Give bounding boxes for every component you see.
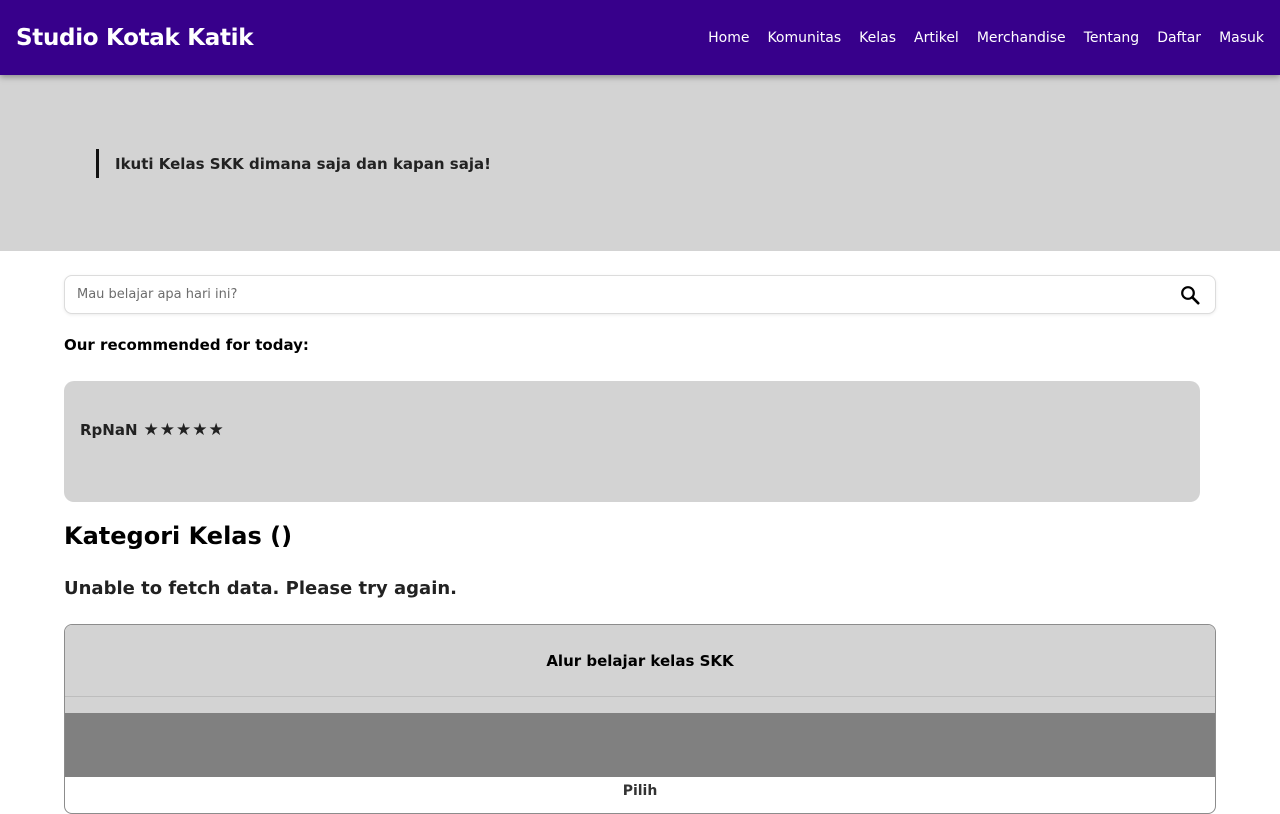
- fetch-error-message: Unable to fetch data. Please try again.: [64, 578, 458, 599]
- nav-link-komunitas[interactable]: Komunitas: [767, 30, 841, 46]
- nav-link-daftar[interactable]: Daftar: [1157, 30, 1201, 46]
- learning-flow-card: Alur belajar kelas SKK Pilih: [64, 624, 1216, 814]
- search-bar: [64, 275, 1216, 314]
- learning-flow-title: Alur belajar kelas SKK: [65, 625, 1215, 697]
- class-price: RpNaN: [80, 421, 138, 439]
- nav-link-masuk[interactable]: Masuk: [1219, 30, 1264, 46]
- recommended-heading: Our recommended for today:: [64, 336, 309, 354]
- learning-flow-spacer: [65, 697, 1215, 713]
- star-icon: ★: [208, 419, 224, 440]
- star-icon: ★: [143, 419, 159, 440]
- rating-stars: ★ ★ ★ ★ ★: [143, 419, 225, 440]
- nav-link-tentang[interactable]: Tentang: [1084, 30, 1140, 46]
- recommended-class-card[interactable]: RpNaN ★ ★ ★ ★ ★: [64, 381, 1200, 502]
- star-icon: ★: [176, 419, 192, 440]
- navbar: Studio Kotak Katik Home Komunitas Kelas …: [0, 0, 1280, 75]
- nav-link-home[interactable]: Home: [708, 30, 749, 46]
- search-icon[interactable]: [1179, 284, 1201, 306]
- nav-menu: Home Komunitas Kelas Artikel Merchandise…: [708, 0, 1264, 75]
- nav-link-artikel[interactable]: Artikel: [914, 30, 959, 46]
- hero-quote: Ikuti Kelas SKK dimana saja dan kapan sa…: [96, 149, 491, 178]
- search-input[interactable]: [77, 287, 1179, 302]
- learning-flow-image: [65, 713, 1215, 777]
- nav-link-kelas[interactable]: Kelas: [859, 30, 896, 46]
- nav-link-merchandise[interactable]: Merchandise: [977, 30, 1066, 46]
- brand-logo[interactable]: Studio Kotak Katik: [16, 25, 254, 51]
- price-rating-line: RpNaN ★ ★ ★ ★ ★: [80, 421, 225, 439]
- category-title: Kategori Kelas (): [64, 522, 293, 550]
- choose-button[interactable]: Pilih: [65, 777, 1215, 805]
- star-icon: ★: [192, 419, 208, 440]
- hero-banner: Ikuti Kelas SKK dimana saja dan kapan sa…: [0, 75, 1280, 251]
- star-icon: ★: [159, 419, 176, 440]
